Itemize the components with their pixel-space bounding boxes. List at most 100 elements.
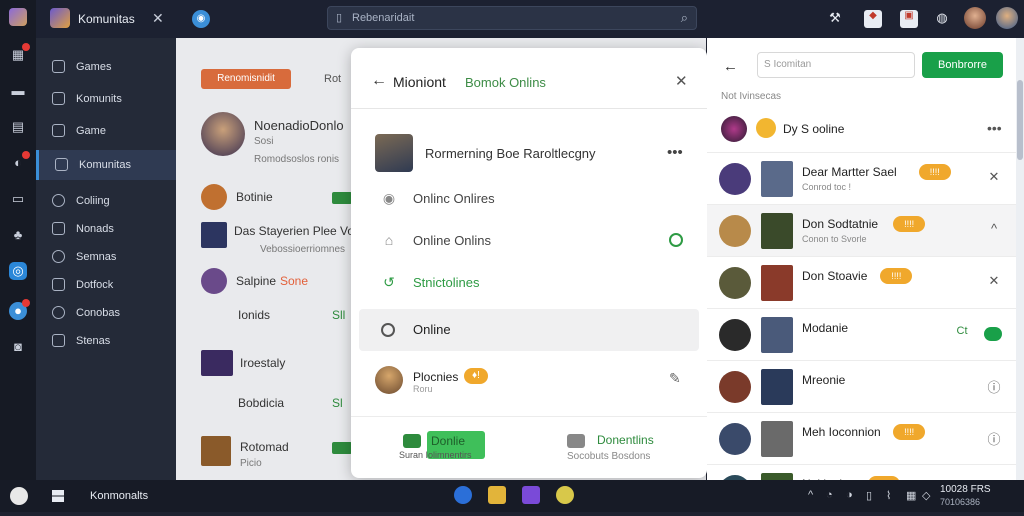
- friend-action-icon[interactable]: ✕: [987, 169, 1001, 185]
- row-title: Botinie: [236, 190, 273, 204]
- icon-rail: ▦ ▬ ▤ ◐ ▭ ♣ ◎ ● ◙: [0, 0, 36, 480]
- back-arrow-icon[interactable]: ←: [371, 72, 387, 90]
- network-icon[interactable]: ◔: [826, 489, 833, 501]
- primary-button[interactable]: Renomisnidit: [201, 69, 291, 89]
- friend-row[interactable]: Don Stoavie!!!! ✕: [707, 256, 1016, 308]
- app-logo-icon[interactable]: [9, 8, 27, 26]
- wifi-icon[interactable]: ⌇: [886, 489, 891, 502]
- status-option-online[interactable]: Online: [359, 309, 699, 351]
- wrench-icon[interactable]: ⚒: [826, 10, 844, 28]
- language-icon[interactable]: ▦: [906, 489, 916, 502]
- nav-label: Game: [76, 125, 106, 137]
- search-icon[interactable]: ⌕: [681, 10, 688, 26]
- notification-icon[interactable]: ◆: [864, 10, 882, 28]
- scrollbar-thumb[interactable]: [1017, 80, 1023, 160]
- back-arrow-icon[interactable]: ←: [723, 58, 738, 75]
- nav-item-semnas[interactable]: Semnas: [36, 244, 176, 270]
- chat-icon[interactable]: ●: [9, 299, 30, 320]
- profile-sub: Sosi: [254, 136, 274, 147]
- friend-row[interactable]: Modanie Ct: [707, 308, 1016, 360]
- friend-row[interactable]: Meh Ioconnion!!!! ⓘ: [707, 412, 1016, 464]
- settings-icon[interactable]: ◍: [933, 10, 951, 28]
- row-title: Bobdicia: [238, 396, 285, 410]
- browser-icon[interactable]: [454, 486, 472, 504]
- profile-avatar[interactable]: [201, 112, 245, 156]
- search-input[interactable]: ▯ Rebenaridait ⌕: [327, 6, 697, 30]
- start-icon[interactable]: [52, 490, 64, 502]
- status-option-stnictolines[interactable]: ↺ Stnictolines: [351, 262, 707, 304]
- friend-row[interactable]: Dear Martter Sael!!!! Conrod toc ! ✕: [707, 152, 1016, 204]
- option-label: Stnictolines: [413, 275, 480, 290]
- tab-close-icon[interactable]: ✕: [152, 10, 164, 27]
- footer-action-donentlins[interactable]: Donentlins: [597, 433, 654, 447]
- friends-icon[interactable]: ◐: [9, 151, 30, 172]
- user-icon[interactable]: [10, 487, 28, 505]
- inbox-icon[interactable]: ▣: [900, 10, 918, 28]
- user-avatar-secondary[interactable]: [996, 7, 1018, 29]
- game-thumbnail: [761, 369, 793, 405]
- more-options-icon[interactable]: •••: [987, 120, 1002, 136]
- nav-item-games[interactable]: Games: [36, 54, 176, 80]
- status-option-online-offlines[interactable]: ◉ Onlinc Onlires: [351, 178, 707, 220]
- nav-item-komunits[interactable]: Komunits: [36, 86, 176, 112]
- friend-avatar: [719, 319, 751, 351]
- news-icon[interactable]: ▤: [9, 118, 27, 136]
- modal-subtitle: Bomok Onlins: [465, 75, 546, 90]
- people-icon: [567, 434, 585, 448]
- user-name: Dy S ooline: [783, 122, 845, 136]
- player-sub: Roru: [413, 384, 433, 394]
- nav-item-stenas[interactable]: Stenas: [36, 328, 176, 354]
- folder-icon: [52, 278, 65, 291]
- notification-icon[interactable]: ◇: [922, 489, 930, 502]
- volume-icon[interactable]: ◑: [846, 489, 853, 501]
- game-app-icon[interactable]: [556, 486, 574, 504]
- nav-item-dotfock[interactable]: Dotfock: [36, 272, 176, 298]
- profile-sub: Romodsoslos ronis: [254, 154, 340, 165]
- steam-logo-icon[interactable]: ◉: [192, 10, 210, 28]
- friend-name: Mreonie: [802, 373, 846, 387]
- toggle-switch[interactable]: [984, 327, 1002, 341]
- friend-search-input[interactable]: S Icomitan: [757, 52, 915, 78]
- taskbar-app-label[interactable]: Konmonalts: [90, 490, 148, 502]
- battery-icon[interactable]: ▯: [866, 489, 872, 502]
- workshop-icon[interactable]: ♣: [9, 226, 27, 244]
- search-placeholder: Rebenaridait: [352, 12, 415, 24]
- friend-avatar: [719, 267, 751, 299]
- nav-item-conobas[interactable]: Conobas: [36, 300, 176, 326]
- more-options-icon[interactable]: •••: [667, 144, 683, 161]
- nav-item-nonads[interactable]: Nonads: [36, 216, 176, 242]
- nav-item-coliing[interactable]: Coliing: [36, 188, 176, 214]
- user-avatar[interactable]: [964, 7, 986, 29]
- modal-title: Mioniont: [393, 74, 446, 90]
- row-accent: Sone: [280, 274, 309, 288]
- add-friend-button[interactable]: Bonbrorre: [922, 52, 1003, 78]
- clock-time[interactable]: 10028 FRS: [940, 484, 991, 495]
- library-icon[interactable]: ▬: [9, 82, 27, 100]
- steam-icon[interactable]: ◎: [9, 262, 27, 280]
- nav-label: Coliing: [76, 195, 110, 207]
- status-option-online-onlins[interactable]: ⌂ Online Onlins: [351, 220, 707, 262]
- friend-name: Meh Ioconnion: [802, 425, 881, 439]
- friend-row[interactable]: Mreonie ⓘ: [707, 360, 1016, 412]
- folder-icon[interactable]: [488, 486, 506, 504]
- tab-label[interactable]: Rot: [324, 73, 341, 85]
- komunitas-icon: [55, 158, 68, 171]
- friend-action-icon[interactable]: ^: [987, 221, 1001, 236]
- option-label: Onlinc Onlires: [413, 191, 495, 206]
- chat-app-icon[interactable]: [522, 486, 540, 504]
- store-icon[interactable]: ▦: [9, 43, 30, 64]
- row-tag: Sl: [332, 396, 343, 410]
- nav-item-komunitas[interactable]: Komunitas: [36, 150, 176, 180]
- friend-action-icon[interactable]: ⓘ: [987, 377, 1001, 396]
- friend-action-icon[interactable]: ⓘ: [987, 429, 1001, 448]
- camera-icon[interactable]: ◙: [9, 338, 27, 356]
- clock-date[interactable]: 70106386: [940, 497, 980, 507]
- edit-icon[interactable]: ✎: [669, 370, 681, 387]
- close-icon[interactable]: ✕: [675, 72, 688, 90]
- chevron-up-icon[interactable]: ^: [808, 489, 813, 501]
- friend-row[interactable]: Don Sodtatnie!!!! Conon to Svorle ^: [707, 204, 1016, 256]
- friends-panel: ← S Icomitan Bonbrorre Not Ivinsecas Dy …: [707, 38, 1016, 509]
- nav-item-game[interactable]: Game: [36, 118, 176, 144]
- friend-action-icon[interactable]: ✕: [987, 273, 1001, 289]
- downloads-icon[interactable]: ▭: [9, 190, 27, 208]
